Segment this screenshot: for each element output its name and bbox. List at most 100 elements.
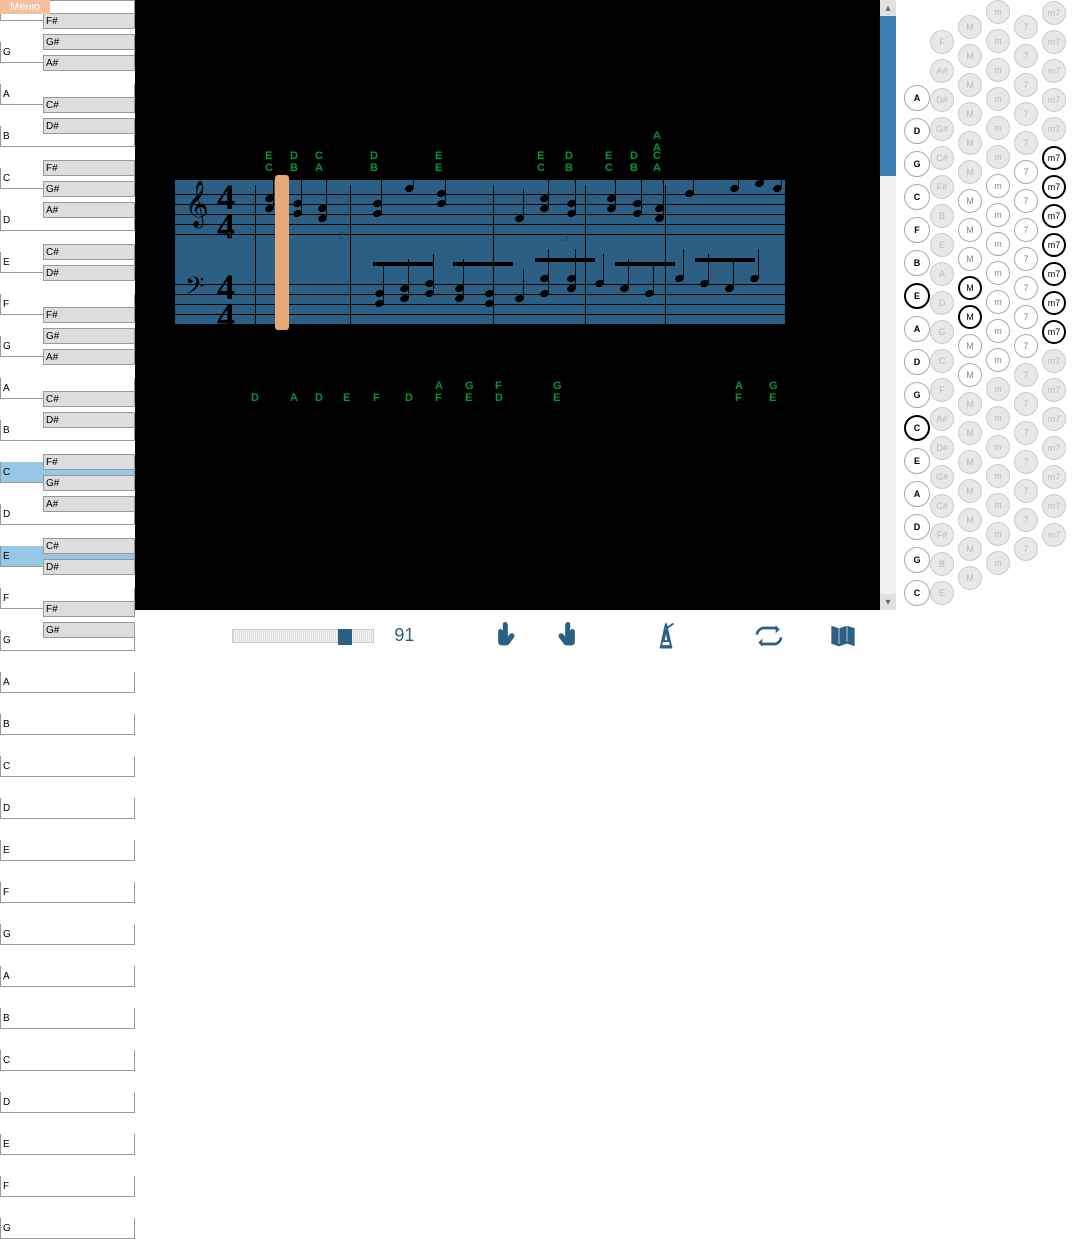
accordion-major-button[interactable]: M (958, 363, 982, 387)
white-key[interactable]: B (0, 1008, 135, 1029)
accordion-minor-button[interactable]: m (986, 87, 1010, 111)
accordion-major-button[interactable]: M (958, 305, 982, 329)
accordion-bass-button[interactable]: G (904, 547, 930, 573)
accordion-minor-button[interactable]: m (986, 435, 1010, 459)
white-key[interactable]: C (0, 756, 135, 777)
accordion-major-button[interactable]: M (958, 218, 982, 242)
accordion-major-button[interactable]: M (958, 44, 982, 68)
accordion-m7-button[interactable]: m7 (1042, 494, 1066, 518)
accordion-bass-button[interactable]: G (904, 382, 930, 408)
white-key[interactable]: A (0, 966, 135, 987)
black-key[interactable]: D# (43, 559, 135, 575)
accordion-major-button[interactable]: M (958, 73, 982, 97)
accordion-minor-button[interactable]: m (986, 551, 1010, 575)
accordion-minor-button[interactable]: m (986, 145, 1010, 169)
accordion-counter-button[interactable]: D# (930, 88, 954, 112)
accordion-counter-button[interactable]: E (930, 581, 954, 605)
scroll-thumb[interactable] (880, 16, 896, 176)
accordion-m7-button[interactable]: m7 (1042, 523, 1066, 547)
accordion-m7-button[interactable]: m7 (1042, 88, 1066, 112)
accordion-minor-button[interactable]: m (986, 116, 1010, 140)
accordion-minor-button[interactable]: m (986, 29, 1010, 53)
black-key[interactable]: G# (43, 181, 135, 197)
accordion-minor-button[interactable]: m (986, 0, 1010, 24)
accordion-counter-button[interactable]: E (930, 233, 954, 257)
accordion-seventh-button[interactable]: 7 (1014, 131, 1038, 155)
white-key[interactable]: E (0, 1134, 135, 1155)
accordion-bass-button[interactable]: D (904, 349, 930, 375)
accordion-minor-button[interactable]: m (986, 290, 1010, 314)
accordion-minor-button[interactable]: m (986, 319, 1010, 343)
white-key[interactable]: C (0, 1050, 135, 1071)
accordion-bass-button[interactable]: C (904, 580, 930, 606)
accordion-major-button[interactable]: M (958, 334, 982, 358)
accordion-counter-button[interactable]: C# (930, 494, 954, 518)
accordion-m7-button[interactable]: m7 (1042, 378, 1066, 402)
accordion-m7-button[interactable]: m7 (1042, 291, 1066, 315)
accordion-m7-button[interactable]: m7 (1042, 204, 1066, 228)
accordion-major-button[interactable]: M (958, 276, 982, 300)
accordion-seventh-button[interactable]: 7 (1014, 15, 1038, 39)
black-key[interactable]: F# (43, 13, 135, 29)
accordion-major-button[interactable]: M (958, 102, 982, 126)
accordion-seventh-button[interactable]: 7 (1014, 73, 1038, 97)
accordion-seventh-button[interactable]: 7 (1014, 392, 1038, 416)
accordion-counter-button[interactable]: F# (930, 175, 954, 199)
accordion-bass-button[interactable]: E (904, 448, 930, 474)
accordion-major-button[interactable]: M (958, 479, 982, 503)
black-key[interactable]: F# (43, 160, 135, 176)
black-key[interactable]: F# (43, 454, 135, 470)
accordion-minor-button[interactable]: m (986, 58, 1010, 82)
accordion-counter-button[interactable]: D (930, 291, 954, 315)
black-key[interactable]: A# (43, 202, 135, 218)
accordion-counter-button[interactable]: F# (930, 523, 954, 547)
accordion-counter-button[interactable]: G (930, 320, 954, 344)
accordion-seventh-button[interactable]: 7 (1014, 189, 1038, 213)
accordion-minor-button[interactable]: m (986, 522, 1010, 546)
white-key[interactable]: G (0, 1218, 135, 1239)
left-hand-icon[interactable] (492, 618, 526, 654)
black-key[interactable]: G# (43, 622, 135, 638)
accordion-major-button[interactable]: M (958, 508, 982, 532)
accordion-seventh-button[interactable]: 7 (1014, 247, 1038, 271)
accordion-counter-button[interactable]: D# (930, 436, 954, 460)
accordion-seventh-button[interactable]: 7 (1014, 160, 1038, 184)
accordion-minor-button[interactable]: m (986, 174, 1010, 198)
accordion-counter-button[interactable]: C# (930, 146, 954, 170)
loop-icon[interactable] (752, 618, 786, 654)
black-key[interactable]: A# (43, 496, 135, 512)
accordion-seventh-button[interactable]: 7 (1014, 276, 1038, 300)
white-key[interactable]: E (0, 840, 135, 861)
black-key[interactable]: C# (43, 391, 135, 407)
accordion-m7-button[interactable]: m7 (1042, 233, 1066, 257)
tempo-slider-thumb[interactable] (338, 629, 352, 645)
scroll-down-icon[interactable]: ▾ (880, 594, 896, 610)
accordion-bass-button[interactable]: C (904, 415, 930, 441)
white-key[interactable]: A (0, 672, 135, 693)
accordion-m7-button[interactable]: m7 (1042, 30, 1066, 54)
black-key[interactable]: F# (43, 601, 135, 617)
accordion-bass-button[interactable]: A (904, 316, 930, 342)
accordion-m7-button[interactable]: m7 (1042, 320, 1066, 344)
accordion-m7-button[interactable]: m7 (1042, 175, 1066, 199)
accordion-major-button[interactable]: M (958, 15, 982, 39)
white-key[interactable]: D (0, 798, 135, 819)
menu-button[interactable]: Меню (0, 0, 50, 14)
accordion-minor-button[interactable]: m (986, 493, 1010, 517)
accordion-m7-button[interactable]: m7 (1042, 407, 1066, 431)
accordion-bass-button[interactable]: C (904, 184, 930, 210)
accordion-counter-button[interactable]: B (930, 204, 954, 228)
score-vscrollbar[interactable]: ▴ ▾ (880, 0, 896, 610)
accordion-seventh-button[interactable]: 7 (1014, 363, 1038, 387)
black-key[interactable]: G# (43, 328, 135, 344)
accordion-minor-button[interactable]: m (986, 232, 1010, 256)
accordion-m7-button[interactable]: m7 (1042, 349, 1066, 373)
tempo-slider[interactable] (232, 629, 374, 643)
black-key[interactable]: C# (43, 538, 135, 554)
black-key[interactable]: G# (43, 34, 135, 50)
score-area[interactable]: 𝄞 𝄢 44 44 1 2 3 ECDBCADBEEECDBECDBCAAA D… (135, 0, 880, 610)
accordion-counter-button[interactable]: C (930, 349, 954, 373)
black-key[interactable]: G# (43, 475, 135, 491)
black-key[interactable]: D# (43, 265, 135, 281)
accordion-minor-button[interactable]: m (986, 261, 1010, 285)
